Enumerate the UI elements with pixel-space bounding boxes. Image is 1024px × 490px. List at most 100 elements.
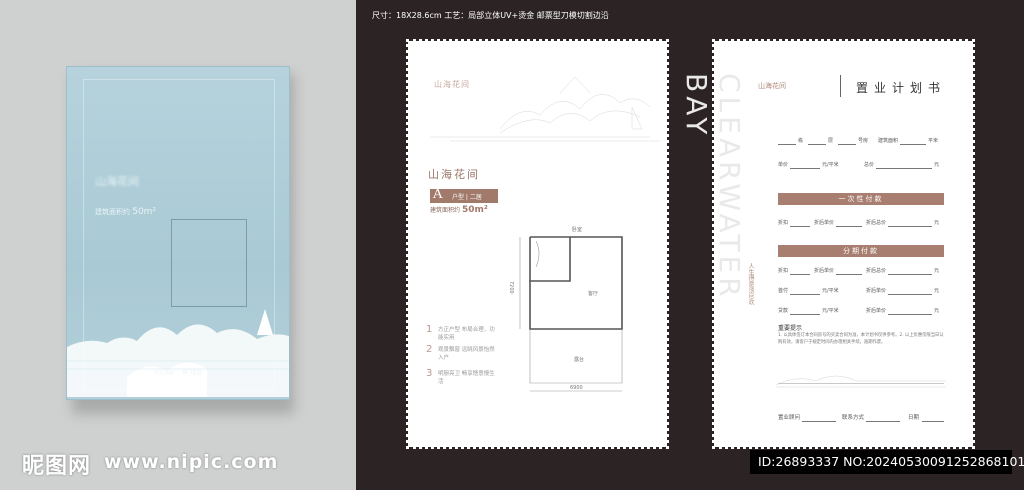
dim-top: 卧室 — [572, 227, 583, 233]
field-label: 元 — [934, 220, 940, 226]
blank-line[interactable] — [808, 144, 826, 145]
form-row-unit: 栋 层 号房 建筑面积 平米 — [774, 137, 944, 147]
field-label: 元 — [934, 162, 940, 168]
blank-line[interactable] — [802, 421, 836, 422]
vertical-slogan: 人生得意须尽欢 — [747, 263, 754, 305]
feature-text: 明厨亮卫 畅享惬意慢生活 — [438, 371, 495, 385]
unit-letter: A — [433, 187, 443, 202]
field-label: 单价 — [778, 162, 789, 168]
dim-living: 客厅 — [588, 291, 599, 297]
area-label: 建筑面积约 — [95, 208, 130, 216]
field-label: 平米 — [928, 138, 939, 144]
form-row-onetime: 折扣 折后单价 折后总价 元 — [774, 219, 944, 229]
blank-line[interactable] — [836, 274, 862, 275]
feature-text: 方正户型 布局合理，功能实用 — [438, 327, 495, 341]
footer-mountain-lines — [776, 375, 946, 388]
field-label: 元/平米 — [822, 308, 839, 314]
field-label: 折后单价 — [814, 220, 835, 226]
image-id-bar: ID:26893337 NO:20240530091252868101 — [750, 450, 1024, 474]
dim-terrace: 露台 — [574, 357, 585, 363]
form-row-downpayment: 首付 元/平米 折后单价 元 — [774, 287, 944, 297]
field-label: 层 — [828, 138, 834, 144]
print-spec: 尺寸：18X28.6cm 工艺：局部立体UV+烫金 邮票型刀模切割边沿 — [372, 11, 609, 20]
blank-line[interactable] — [790, 168, 820, 169]
field-label: 元 — [934, 288, 940, 294]
blank-line[interactable] — [790, 274, 810, 275]
blurred-logo — [127, 139, 227, 161]
field-label: 折扣 — [778, 268, 789, 274]
unit-badge: A 户型 | 二居 — [430, 187, 498, 203]
blank-line[interactable] — [838, 144, 856, 145]
area-value: 50m² — [132, 207, 157, 217]
blank-line[interactable] — [836, 226, 862, 227]
field-label: 元/平米 — [822, 288, 839, 294]
floor-area: 建筑面积约 50m² — [430, 205, 488, 215]
signature-row: 置业顾问 联系方式 日期 — [778, 413, 948, 423]
field-label: 栋 — [798, 138, 804, 144]
blank-line[interactable] — [866, 421, 900, 422]
blank-line[interactable] — [888, 314, 932, 315]
blank-line[interactable] — [922, 421, 944, 422]
divider-line — [778, 383, 944, 384]
field-label: 贷款 — [778, 308, 789, 314]
blank-line[interactable] — [790, 226, 810, 227]
field-label: 置业顾问 — [778, 415, 801, 421]
field-label: 号房 — [858, 138, 869, 144]
blue-brochure-card: 山海花间 建筑面积约 50m² PHONE： 售 楼处 — [66, 66, 290, 400]
notes-text: 1. 以具体签订本合同房号的买卖合同为准，本计划书仅供参考。2. 以上优惠仅限当… — [778, 333, 944, 345]
form-row-installment: 折扣 折后单价 折后总价 元 — [774, 267, 944, 277]
unit-type: 户型 | 二居 — [452, 194, 482, 201]
card-footer: PHONE： 售 楼处 — [153, 370, 203, 377]
blank-line[interactable] — [888, 226, 932, 227]
feature-text: 观景飘窗 远眺风景怡然入户 — [438, 347, 495, 361]
field-label: 总价 — [864, 162, 875, 168]
blank-line[interactable] — [900, 144, 926, 145]
form-row-price: 单价 元/平米 总价 元 — [774, 161, 944, 171]
blurred-title: 山海花间 — [95, 175, 139, 188]
area-label: 建筑面积约 — [430, 207, 461, 214]
field-label: 折后单价 — [866, 308, 887, 314]
blank-line[interactable] — [888, 294, 932, 295]
one-time-payment-bar: 一次性付款 — [778, 193, 944, 205]
sheet-title: 置业计划书 — [856, 81, 947, 95]
watermark-url: www.nipic.com — [104, 451, 279, 473]
feature-number: 2 — [426, 344, 433, 355]
blurred-area: 建筑面积约 50m² — [95, 207, 175, 217]
sheet-logo: 山海花间 — [758, 82, 786, 90]
landscape-line-art — [430, 76, 660, 142]
dim-bottom: 6900 — [570, 385, 583, 391]
purchase-plan-sheet: CLEARWATER BAY 人生得意须尽欢 山海花间 置业计划书 栋 层 号房… — [680, 39, 975, 449]
blank-line[interactable] — [790, 294, 820, 295]
field-label: 首付 — [778, 288, 789, 294]
field-label: 折后总价 — [866, 220, 887, 226]
area-value: 50m² — [461, 205, 488, 215]
installment-payment-bar: 分期付款 — [778, 245, 944, 257]
feature-number: 1 — [426, 324, 433, 335]
field-label: 折后单价 — [866, 288, 887, 294]
notes-title: 重要提示 — [778, 325, 803, 332]
blank-line[interactable] — [790, 314, 820, 315]
field-label: 联系方式 — [842, 415, 865, 421]
blank-line[interactable] — [888, 274, 932, 275]
field-label: 建筑面积 — [878, 138, 899, 144]
form-row-loan: 贷款 元/平米 折后单价 元 — [774, 307, 944, 317]
floor-plan-drawing — [519, 236, 623, 392]
dim-left: 7200 — [508, 281, 514, 294]
field-label: 元 — [934, 268, 940, 274]
field-label: 元/平米 — [822, 162, 839, 168]
blank-line[interactable] — [876, 168, 932, 169]
title-divider — [840, 75, 841, 97]
field-label: 元 — [934, 308, 940, 314]
left-preview-area: 山海花间 建筑面积约 50m² PHONE： 售 楼处 — [0, 0, 356, 490]
mountain-illustration — [67, 309, 289, 397]
field-label: 折后单价 — [814, 268, 835, 274]
field-label: 日期 — [908, 415, 920, 421]
vertical-brand-text: CLEARWATER BAY — [680, 73, 746, 301]
floor-plan-sheet: 山海花间 山海花间 A 户型 | 二居 建筑面积约 50m² 卧室 客厅 露台 … — [406, 39, 669, 449]
feature-number: 3 — [426, 368, 433, 379]
project-title: 山海花间 — [428, 168, 480, 181]
field-label: 折后总价 — [866, 268, 887, 274]
blank-line[interactable] — [778, 144, 796, 145]
watermark-logo: 昵图网 — [22, 454, 92, 479]
field-label: 折扣 — [778, 220, 789, 226]
